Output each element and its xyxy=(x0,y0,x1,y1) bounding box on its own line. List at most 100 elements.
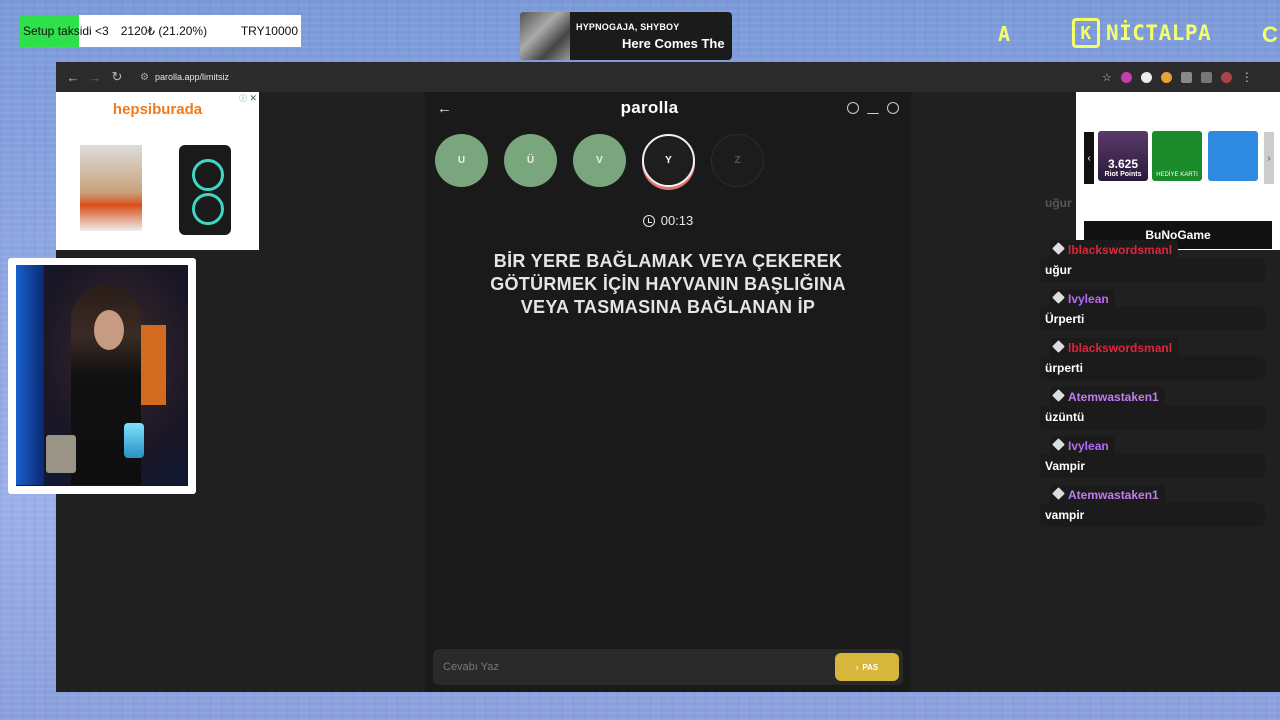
badge-icon xyxy=(1052,487,1065,500)
chat-username: Atemwastaken1 xyxy=(1050,485,1165,505)
donation-goal-bar: Setup taksidi <3 2120₺ (21.20%) TRY10000 xyxy=(19,15,301,47)
ad-riot-tile[interactable]: 3.625 Riot Points xyxy=(1098,131,1148,181)
chat-message: uğur lblackswordsmanl xyxy=(1040,240,1266,282)
extension-icon[interactable] xyxy=(1160,71,1172,83)
site-info-icon[interactable]: ⚙ xyxy=(140,72,149,83)
brand-tail: C xyxy=(1262,22,1278,47)
chat-message-text: Vampir xyxy=(1040,454,1265,478)
chat-message-text: Ürperti xyxy=(1040,307,1265,331)
badge-icon xyxy=(1052,291,1065,304)
ad-info-icon[interactable]: ⓘ xyxy=(239,93,247,104)
webcam-overlay xyxy=(8,258,196,494)
ad-close-icon[interactable]: ✕ xyxy=(249,93,257,104)
music-artist: HYPNOGAJA, SHYBOY xyxy=(576,21,680,32)
address-bar[interactable]: ⚙ parolla.app/limitsiz xyxy=(132,66,1092,88)
download-icon[interactable] xyxy=(1200,71,1212,83)
pass-button-label: PAS xyxy=(862,662,879,672)
badge-icon xyxy=(1052,389,1065,402)
profile-avatar[interactable] xyxy=(1220,71,1232,83)
chat-message-text: üzüntü xyxy=(1040,405,1265,429)
chat-message: vampir Atemwastaken1 xyxy=(1040,485,1266,527)
chat-username-text: Atemwastaken1 xyxy=(1068,390,1159,404)
extension-icons: ☆ ⋮ xyxy=(1102,70,1253,84)
chat-message: ürperti lblackswordsmanl xyxy=(1040,338,1266,380)
chat-username: Atemwastaken1 xyxy=(1050,387,1165,407)
chat-username-text: lblackswordsmanl xyxy=(1068,243,1173,257)
timer: 00:13 xyxy=(425,213,911,228)
extensions-puzzle-icon[interactable] xyxy=(1180,71,1192,83)
letter-wheel: UÜVYZ xyxy=(425,124,911,187)
letter-circle: Ü xyxy=(504,134,557,187)
question-text: BİR YERE BAĞLAMAK VEYA ÇEKEREK GÖTÜRMEK … xyxy=(490,251,846,317)
chat-username-text: Ivylean xyxy=(1068,439,1109,453)
ad-product-table-image xyxy=(80,145,142,231)
chat-username-text: Atemwastaken1 xyxy=(1068,488,1159,502)
ad-riot-value: 3.625 xyxy=(1107,157,1139,171)
chat-message-text: ürperti xyxy=(1040,356,1265,380)
back-arrow-icon[interactable]: ← xyxy=(437,100,452,117)
ad-xbox-sub: HEDİYE KARTI xyxy=(1156,172,1198,178)
extension-icon[interactable] xyxy=(1140,71,1152,83)
chat-username: lblackswordsmanl xyxy=(1050,240,1179,260)
browser-toolbar: ← → ↻ ⚙ parolla.app/limitsiz ☆ ⋮ xyxy=(56,62,1280,92)
chat-username-text: lblackswordsmanl xyxy=(1068,341,1173,355)
clock-icon xyxy=(642,214,655,227)
badge-icon xyxy=(1052,242,1065,255)
timer-value: 00:13 xyxy=(660,213,694,228)
ad-product-speaker-image xyxy=(179,145,231,235)
brand-logo: K NİCTALPA xyxy=(1072,18,1211,48)
letter-circle: Z xyxy=(711,134,764,187)
ad-left[interactable]: hepsiburada ⓘ ✕ xyxy=(56,92,259,250)
chat-message-text: vampir xyxy=(1040,503,1265,527)
chat-message: üzüntü Atemwastaken1 xyxy=(1040,387,1266,429)
chat-ghost-message: uğur xyxy=(1045,196,1072,210)
donation-label: Setup taksidi <3 xyxy=(23,24,109,38)
ad-riot-sub: Riot Points xyxy=(1104,171,1142,178)
reload-icon[interactable]: ↻ xyxy=(106,66,128,88)
letter-circle: U xyxy=(435,134,488,187)
answer-input[interactable] xyxy=(443,661,835,673)
chat-overlay: uğur lblackswordsmanl Ürperti Ivylean ürpert… xyxy=(1040,240,1266,534)
stats-icon[interactable] xyxy=(867,102,879,114)
music-title: Here Comes The xyxy=(622,35,725,51)
info-icon[interactable] xyxy=(847,102,859,114)
now-playing-card: HYPNOGAJA, SHYBOY Here Comes The xyxy=(520,12,732,60)
ad-prev-arrow[interactable]: ‹ xyxy=(1084,132,1094,184)
back-arrow-icon[interactable]: ← xyxy=(62,66,84,88)
extension-icon[interactable] xyxy=(1120,71,1132,83)
badge-icon xyxy=(1052,438,1065,451)
ad-brand: hepsiburada xyxy=(112,101,203,118)
donation-goal: TRY10000 xyxy=(240,24,298,38)
bookmark-star-icon[interactable]: ☆ xyxy=(1102,71,1112,84)
forward-arrow-icon[interactable]: → xyxy=(84,66,106,88)
parolla-game: ← parolla UÜVYZ 00:13 BİR YERE BAĞLAMAK … xyxy=(425,92,911,692)
ad-apple-tile[interactable] xyxy=(1208,131,1258,181)
badge-icon xyxy=(1052,340,1065,353)
letter-circle: Y xyxy=(642,134,695,187)
chat-username-text: Ivylean xyxy=(1068,292,1109,306)
chat-username: lblackswordsmanl xyxy=(1050,338,1179,358)
chat-username: Ivylean xyxy=(1050,436,1115,456)
ad-xbox-tile[interactable]: HEDİYE KARTI xyxy=(1152,131,1202,181)
ad-right[interactable]: ‹ 3.625 Riot Points HEDİYE KARTI › BuNoG… xyxy=(1076,92,1280,250)
chat-username: Ivylean xyxy=(1050,289,1115,309)
answer-bar: › PAS xyxy=(433,649,903,685)
page-title: parolla xyxy=(620,98,679,117)
donation-amount: 2120₺ (21.20%) xyxy=(120,24,208,38)
chat-message: Ürperti Ivylean xyxy=(1040,289,1266,331)
chat-message-text: uğur xyxy=(1040,258,1265,282)
brand-letter: A xyxy=(998,22,1011,46)
url-text: parolla.app/limitsiz xyxy=(154,72,229,82)
webcam-feed xyxy=(16,265,188,486)
game-header: ← parolla xyxy=(425,92,911,124)
ad-next-arrow[interactable]: › xyxy=(1264,132,1274,184)
brand-k-icon: K xyxy=(1072,18,1100,48)
chat-message: Vampir Ivylean xyxy=(1040,436,1266,478)
album-art xyxy=(520,12,570,60)
user-icon[interactable] xyxy=(887,102,899,114)
letter-circle: V xyxy=(573,134,626,187)
brand-name: NİCTALPA xyxy=(1106,21,1212,45)
pass-button[interactable]: › PAS xyxy=(835,653,899,681)
menu-dots-icon[interactable]: ⋮ xyxy=(1241,70,1253,84)
chevron-right-icon: › xyxy=(855,662,859,672)
